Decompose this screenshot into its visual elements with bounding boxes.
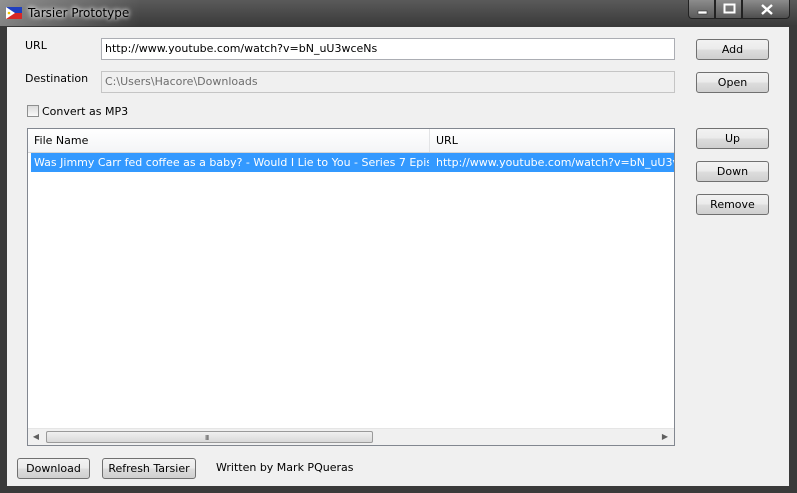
client-area: URL http://www.youtube.com/watch?v=bN_uU… <box>7 27 789 486</box>
list-row[interactable]: Was Jimmy Carr fed coffee as a baby? - W… <box>31 153 674 172</box>
convert-mp3-label: Convert as MP3 <box>42 105 129 118</box>
refresh-tarsier-button[interactable]: Refresh Tarsier <box>102 458 196 479</box>
download-list[interactable]: File Name URL Was Jimmy Carr fed coffee … <box>27 128 675 446</box>
remove-button[interactable]: Remove <box>696 194 769 215</box>
scroll-grip: III <box>205 434 209 442</box>
up-button[interactable]: Up <box>696 128 769 149</box>
minimize-button[interactable] <box>688 0 715 19</box>
destination-label: Destination <box>25 72 89 85</box>
credit-text: Written by Mark PQueras <box>216 461 354 474</box>
window-title: Tarsier Prototype <box>28 6 130 20</box>
maximize-icon <box>723 3 736 14</box>
app-window: Tarsier Prototype URL http://www.youtube… <box>0 0 797 493</box>
url-input[interactable]: http://www.youtube.com/watch?v=bN_uU3wce… <box>101 38 675 60</box>
philippine-flag-icon <box>6 7 22 19</box>
url-label: URL <box>25 39 47 52</box>
row-file-name: Was Jimmy Carr fed coffee as a baby? - W… <box>34 156 429 169</box>
download-button[interactable]: Download <box>17 458 90 479</box>
close-icon <box>761 4 773 15</box>
scroll-left-icon[interactable]: ◀ <box>31 432 41 442</box>
convert-mp3-checkbox[interactable] <box>27 105 39 117</box>
open-button[interactable]: Open <box>696 72 769 93</box>
scroll-thumb[interactable]: III <box>46 431 373 443</box>
title-bar[interactable]: Tarsier Prototype <box>0 0 797 26</box>
maximize-button[interactable] <box>715 0 742 19</box>
destination-field: C:\Users\Hacore\Downloads <box>101 71 675 93</box>
horizontal-scrollbar[interactable]: ◀ III ▶ <box>28 428 674 445</box>
scroll-right-icon[interactable]: ▶ <box>660 432 670 442</box>
minimize-icon <box>697 10 708 15</box>
add-button[interactable]: Add <box>696 39 769 60</box>
column-header-url[interactable]: URL <box>429 129 674 152</box>
list-header: File Name URL <box>28 129 674 153</box>
row-url: http://www.youtube.com/watch?v=bN_uU3v <box>436 156 674 169</box>
close-button[interactable] <box>742 0 790 19</box>
column-header-file-name[interactable]: File Name <box>28 129 429 152</box>
down-button[interactable]: Down <box>696 161 769 182</box>
